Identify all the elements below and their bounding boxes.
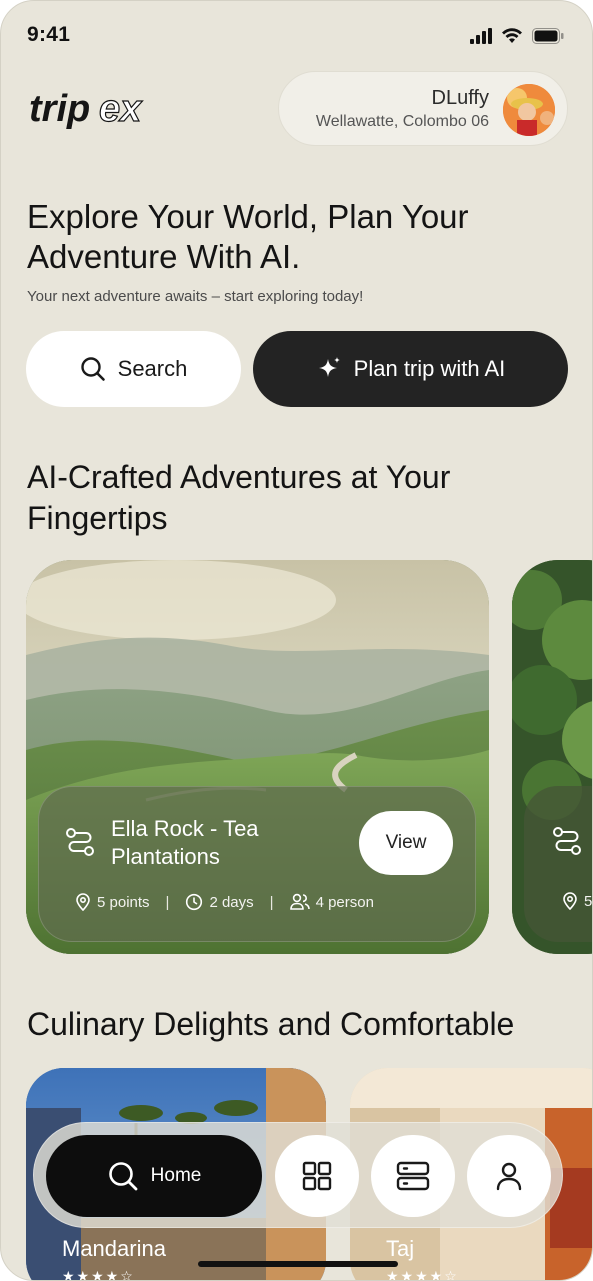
app-screen: 9:41 trip ex tripex DLuffy Wellawatte, C… [0,0,593,1281]
section-title-ai: AI-Crafted Adventures at Your Fingertips [27,459,451,536]
search-button[interactable]: Search [26,331,241,407]
nav-grid-button[interactable] [275,1135,359,1217]
view-button[interactable]: View [359,811,453,875]
svg-text:ex: ex [99,88,143,130]
nav-server-button[interactable] [371,1135,455,1217]
route-icon [66,828,94,856]
signal-icon [470,27,492,44]
plan-trip-label: Plan trip with AI [353,356,506,381]
search-label: Search [117,356,188,381]
plan-trip-ai-button[interactable]: Plan trip with AI [253,331,568,407]
days-meta: 2 days [185,893,254,911]
persons-meta: 4 person [289,893,374,911]
nav-home-button[interactable]: Home [46,1135,262,1217]
nav-home-label: Home [150,1165,202,1186]
points-meta: 5 points [75,893,150,911]
location-pin-icon [76,893,90,911]
hotel-name: Taj [386,1236,415,1261]
status-icons [470,27,564,44]
separator: | [269,893,274,911]
server-icon [396,1161,430,1191]
battery-icon [532,27,564,44]
svg-text:trip: trip [29,88,90,130]
profile-pill[interactable]: DLuffy Wellawatte, Colombo 06 [278,71,568,146]
route-icon [553,827,581,855]
location-pin-icon [563,892,577,910]
trip-card[interactable]: 5 [512,560,592,954]
trip-card[interactable]: Ella Rock - Tea Plantations View 5 point… [26,560,489,954]
tripex-logo[interactable]: trip ex tripex [27,87,157,133]
hotel-rating: ★★★★☆ [62,1268,135,1281]
search-icon [108,1162,138,1191]
profile-icon [496,1162,522,1191]
section-title-culinary: Culinary Delights and Comfortable [27,1006,515,1042]
clock-icon [186,893,203,911]
sparkle-icon [318,357,340,377]
wifi-icon [502,28,522,43]
home-indicator[interactable] [198,1261,398,1267]
page-title: Explore Your World, Plan Your Adventure … [27,198,469,275]
separator: | [165,893,170,911]
trip-card-title: Ella Rock - Tea Plantations [111,816,259,869]
avatar[interactable] [503,84,555,136]
hotel-rating: ★★★★☆ [386,1268,459,1281]
trip-card-meta: 5 points | 2 days | 4 person [75,893,374,911]
status-time: 9:41 [27,23,71,46]
user-location: Wellawatte, Colombo 06 [315,113,489,130]
nav-profile-button[interactable] [467,1135,551,1217]
bottom-nav: Home [33,1122,563,1228]
page-subtitle: Your next adventure awaits – start explo… [27,288,364,305]
hotel-name: Mandarina [62,1236,166,1261]
people-icon [289,893,310,910]
user-name: DLuffy [431,87,489,109]
grid-icon [302,1161,332,1191]
search-icon [80,357,105,381]
trip-card-info: 5 [524,786,592,942]
points-meta: 5 [562,892,592,910]
trip-card-info: Ella Rock - Tea Plantations View 5 point… [38,786,476,942]
